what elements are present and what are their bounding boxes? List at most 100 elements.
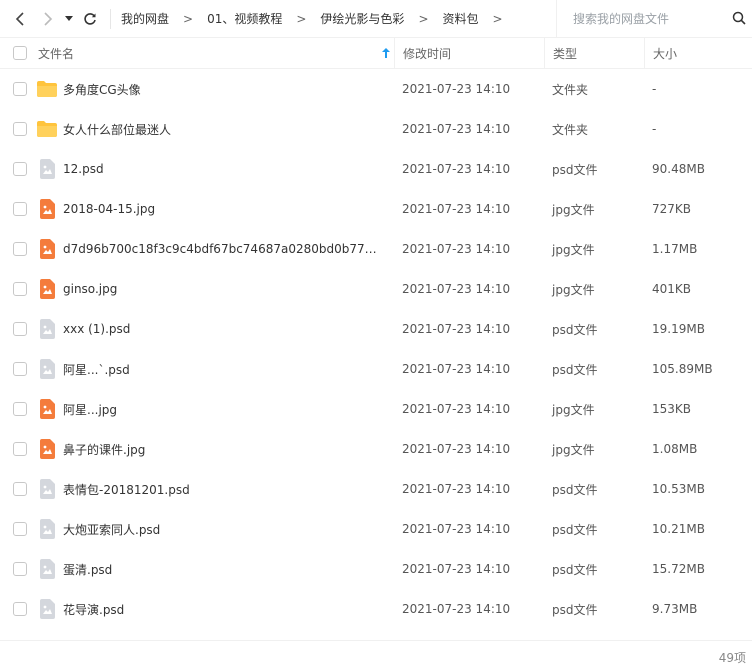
file-size-cell: 9.73MB [644,602,752,616]
file-name[interactable]: 蛋清.psd [63,561,112,578]
file-size-cell: 153KB [644,402,752,416]
file-name[interactable]: 多角度CG头像 [63,81,141,98]
file-name[interactable]: ginso.jpg [63,282,117,296]
forward-button[interactable] [36,7,60,31]
file-row[interactable]: 2018-04-15.jpg 2021-07-23 14:10 jpg文件 727KB [0,189,752,229]
row-checkbox[interactable] [13,282,27,296]
file-size-cell: - [644,122,752,136]
row-checkbox[interactable] [13,402,27,416]
file-name[interactable]: 12.psd [63,162,104,176]
file-type-cell: 文件夹 [544,121,644,138]
row-checkbox[interactable] [13,322,27,336]
row-checkbox[interactable] [13,442,27,456]
breadcrumb: 我的网盘 >01、视频教程 > 伊绘光影与色彩 > 资料包 > [119,10,556,27]
row-checkbox[interactable] [13,122,27,136]
row-checkbox[interactable] [13,242,27,256]
file-size: 90.48MB [652,162,705,176]
breadcrumb-item[interactable]: 资料包 [441,10,481,27]
row-checkbox[interactable] [13,602,27,616]
row-checkbox[interactable] [13,522,27,536]
file-row[interactable]: 多角度CG头像 2021-07-23 14:10 文件夹 - [0,69,752,109]
row-checkbox[interactable] [13,202,27,216]
caret-down-icon [65,15,73,21]
history-dropdown-button[interactable] [62,7,76,31]
row-checkbox-cell [0,242,38,256]
row-checkbox[interactable] [13,362,27,376]
folder-icon [36,78,58,100]
file-name[interactable]: xxx (1).psd [63,322,130,336]
file-date-cell: 2021-07-23 14:10 [394,242,544,256]
search-icon[interactable] [732,11,746,25]
top-bar: 我的网盘 >01、视频教程 > 伊绘光影与色彩 > 资料包 > [0,0,752,38]
file-name[interactable]: 阿星...`.psd [63,361,130,378]
row-checkbox-cell [0,322,38,336]
file-date-cell: 2021-07-23 14:10 [394,562,544,576]
file-row[interactable]: 鼻子的课件.jpg 2021-07-23 14:10 jpg文件 1.08MB [0,429,752,469]
row-checkbox-cell [0,442,38,456]
refresh-icon [84,12,96,25]
file-name[interactable]: 大炮亚索同人.psd [63,521,160,538]
column-header-size[interactable]: 大小 [644,37,752,69]
file-size: - [652,82,657,96]
file-size: 9.73MB [652,602,698,616]
column-header-size-label: 大小 [653,46,678,61]
file-size-cell: 1.17MB [644,242,752,256]
file-size: 19.19MB [652,322,705,336]
file-type-cell: 文件夹 [544,81,644,98]
file-date: 2021-07-23 14:10 [402,322,511,336]
sort-asc-icon[interactable] [382,48,390,58]
file-date: 2021-07-23 14:10 [402,122,511,136]
file-row[interactable]: 女人什么部位最迷人 2021-07-23 14:10 文件夹 - [0,109,752,149]
column-header-type[interactable]: 类型 [544,37,644,69]
file-row[interactable]: 蛋清.psd 2021-07-23 14:10 psd文件 15.72MB [0,549,752,589]
file-row[interactable]: 花导演.psd 2021-07-23 14:10 psd文件 9.73MB [0,589,752,629]
breadcrumb-item[interactable]: 伊绘光影与色彩 [318,10,406,27]
file-date: 2021-07-23 14:10 [402,402,511,416]
file-type: psd文件 [552,522,598,537]
row-checkbox[interactable] [13,482,27,496]
file-name[interactable]: 鼻子的课件.jpg [63,441,145,458]
file-name[interactable]: 阿星...jpg [63,401,117,418]
file-type-cell: psd文件 [544,561,644,578]
file-name[interactable]: d7d96b700c18f3c9c4bdf67bc74687a0280bd0b7… [63,242,383,256]
breadcrumb-separator: > [183,11,194,26]
file-name-cell: 女人什么部位最迷人 [37,118,394,140]
breadcrumb-item[interactable]: 我的网盘 [119,10,171,27]
file-date-cell: 2021-07-23 14:10 [394,122,544,136]
file-name[interactable]: 表情包-20181201.psd [63,481,190,498]
file-row[interactable]: xxx (1).psd 2021-07-23 14:10 psd文件 19.19MB [0,309,752,349]
file-size-cell: 10.21MB [644,522,752,536]
breadcrumb-item[interactable]: 01、视频教程 [205,10,284,27]
back-button[interactable] [8,7,32,31]
file-row[interactable]: 表情包-20181201.psd 2021-07-23 14:10 psd文件 10.… [0,469,752,509]
file-name-cell: 花导演.psd [38,598,394,620]
file-date: 2021-07-23 14:10 [402,162,511,176]
file-date: 2021-07-23 14:10 [402,442,511,456]
file-name[interactable]: 2018-04-15.jpg [63,202,155,216]
file-type: psd文件 [552,602,598,617]
column-header-date[interactable]: 修改时间 [394,37,544,69]
refresh-button[interactable] [78,7,102,31]
file-row[interactable]: d7d96b700c18f3c9c4bdf67bc74687a0280bd0b7… [0,229,752,269]
file-row[interactable]: 12.psd 2021-07-23 14:10 psd文件 90.48MB [0,149,752,189]
file-row[interactable]: ginso.jpg 2021-07-23 14:10 jpg文件 401KB [0,269,752,309]
image-file-icon [36,278,58,300]
row-checkbox[interactable] [13,82,27,96]
row-checkbox[interactable] [13,562,27,576]
chevron-left-icon [15,11,24,26]
row-checkbox[interactable] [13,162,27,176]
column-header-date-label: 修改时间 [403,46,452,61]
search-input[interactable] [573,11,723,26]
file-type-cell: psd文件 [544,481,644,498]
file-name[interactable]: 花导演.psd [63,601,124,618]
file-row[interactable]: 阿星...`.psd 2021-07-23 14:10 psd文件 105.89MB [0,349,752,389]
select-all-checkbox[interactable] [13,46,27,60]
file-row[interactable]: 阿星...jpg 2021-07-23 14:10 jpg文件 153KB [0,389,752,429]
file-row[interactable]: 大炮亚索同人.psd 2021-07-23 14:10 psd文件 10.21MB [0,509,752,549]
column-header-name[interactable]: 文件名 [38,38,394,69]
status-bar: 49项 [0,640,752,672]
file-date-cell: 2021-07-23 14:10 [394,522,544,536]
psd-file-icon [36,358,58,380]
file-name[interactable]: 女人什么部位最迷人 [63,121,171,138]
file-size-cell: 19.19MB [644,322,752,336]
